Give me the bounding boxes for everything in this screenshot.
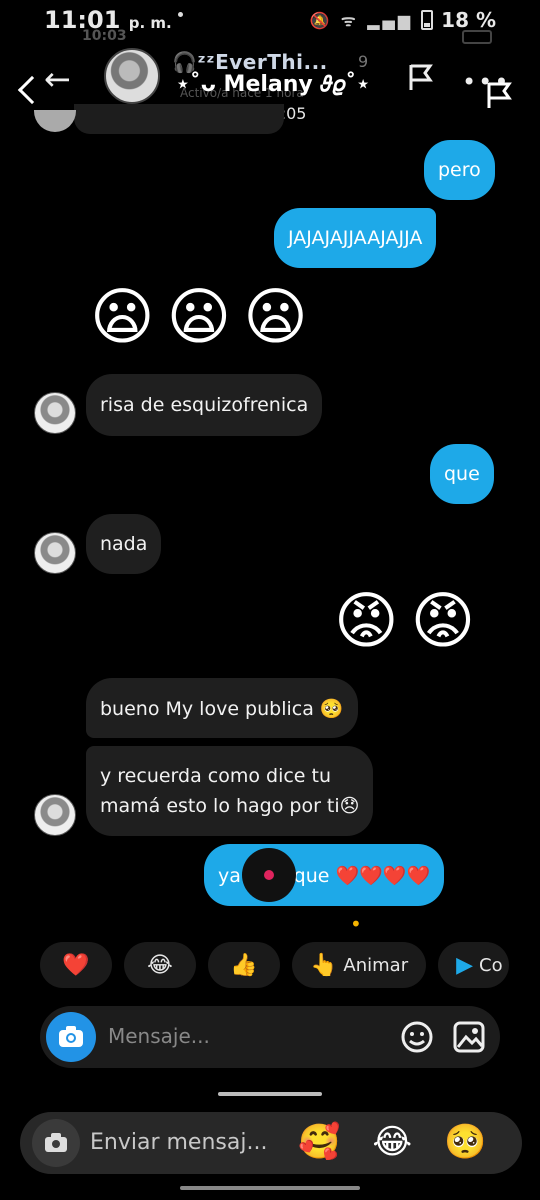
message-compose[interactable]: Mensaje... (40, 1006, 500, 1068)
message-received[interactable]: nada (86, 514, 162, 574)
avatar[interactable] (34, 794, 76, 836)
message-sent[interactable]: pero (424, 140, 495, 200)
outer-camera-button[interactable] (32, 1119, 80, 1167)
status-bar: 11:01 p. m. 🔕 ᯤ ▂▄▆ 18 % (0, 0, 540, 44)
avatar[interactable] (34, 532, 76, 574)
emoji: 😦 (166, 280, 232, 353)
react-thumbs-up-button[interactable]: 👍 (208, 942, 280, 988)
outer-reply-bar[interactable]: Enviar mensaj... 🥰 😂 🥺 (20, 1112, 522, 1174)
pointer-icon: 👆 (310, 952, 338, 978)
header-name: ⋆˚ᴗ Melany 𝜗𝜚˚⋆ (176, 72, 370, 97)
emoji: 😦 (243, 280, 308, 353)
gallery-icon[interactable] (452, 1020, 486, 1054)
emoji-message[interactable]: 😦 😦 😦 (90, 286, 308, 348)
emoji: 😡 (410, 584, 476, 657)
camera-button[interactable] (46, 1012, 96, 1062)
message-received[interactable]: risa de esquizofrenica (86, 374, 323, 436)
emoji: 😦 (90, 280, 155, 353)
inner-battery-icon (462, 30, 492, 44)
emoji: 😡 (334, 584, 399, 657)
camera-icon (45, 1133, 67, 1152)
message-sent[interactable]: ya publique ❤️❤️❤️❤️ (204, 844, 445, 906)
emoji-button[interactable]: 😂 (372, 1122, 412, 1162)
flag-icon[interactable] (406, 62, 436, 96)
emoji-button[interactable]: 🥺 (444, 1122, 486, 1162)
avatar[interactable] (34, 392, 76, 434)
outer-reply-input[interactable]: Enviar mensaj... (90, 1130, 267, 1155)
more-reactions-button[interactable]: ▶ Co (438, 942, 509, 988)
message-received[interactable]: y recuerda como dice tu mamá esto lo hag… (86, 746, 374, 836)
back-arrow-icon[interactable]: ← (44, 60, 71, 98)
home-indicator (180, 1186, 360, 1190)
battery-icon (421, 10, 434, 30)
battery-level: 18 % (441, 8, 496, 32)
status-right: 🔕 ᯤ ▂▄▆ 18 % (310, 8, 496, 32)
react-heart-button[interactable]: ❤️ (40, 942, 112, 988)
animate-button[interactable]: 👆 Animar (292, 942, 427, 988)
avatar[interactable] (104, 48, 160, 104)
header-username: 🎧ᶻᶻEverThi... (172, 50, 328, 74)
outer-quick-emojis: 🥰 😂 🥺 (298, 1122, 486, 1162)
message-sent[interactable]: que (430, 444, 494, 504)
emoji-button[interactable]: 🥰 (298, 1122, 340, 1162)
outer-flag-icon[interactable] (484, 80, 514, 114)
sticker-icon[interactable] (400, 1020, 434, 1054)
compose-icons (400, 1020, 486, 1054)
camera-icon (59, 1026, 83, 1047)
status-icons: 🔕 ᯤ ▂▄▆ (309, 11, 414, 30)
notification-dot-icon (178, 12, 183, 17)
react-laugh-button[interactable]: 😂 (124, 942, 196, 988)
partial-message-bubble (74, 104, 284, 134)
message-sent[interactable]: JAJAJAJJAAJAJJA (274, 208, 437, 268)
partial-avatar (34, 110, 76, 132)
outer-back-chevron-icon[interactable] (17, 75, 47, 105)
message-input[interactable]: Mensaje... (108, 1024, 210, 1048)
play-icon: ▶ (456, 952, 474, 978)
inner-status-time: 10:03 (82, 28, 127, 44)
emoji-message[interactable]: 😡 😡 (334, 590, 475, 652)
quick-reactions: ❤️ 😂 👍 👆 Animar ▶ Co (40, 942, 509, 988)
screen-recorder-icon[interactable] (242, 848, 296, 902)
inner-home-indicator (218, 1092, 322, 1096)
header-count: 9 (358, 52, 369, 71)
message-received[interactable]: bueno My love publica 🥺 (86, 678, 358, 738)
